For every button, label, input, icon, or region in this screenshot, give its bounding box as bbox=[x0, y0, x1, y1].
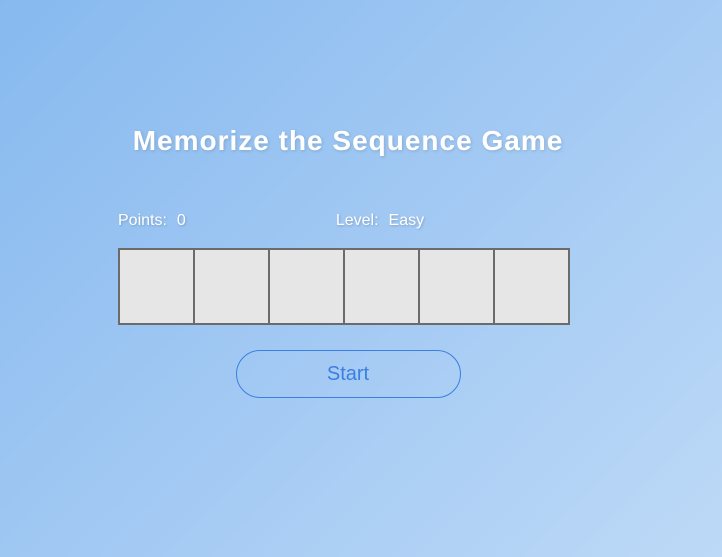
points-label: Points: bbox=[118, 212, 167, 230]
points-group: Points: 0 bbox=[118, 212, 186, 230]
level-label: Level: bbox=[336, 212, 379, 230]
game-title: Memorize the Sequence Game bbox=[118, 125, 578, 157]
sequence-cell[interactable] bbox=[344, 249, 419, 324]
level-group: Level: Easy bbox=[336, 212, 424, 230]
sequence-cell[interactable] bbox=[419, 249, 494, 324]
sequence-board bbox=[118, 248, 570, 325]
start-button[interactable]: Start bbox=[236, 350, 461, 398]
stats-row: Points: 0 Level: Easy bbox=[118, 212, 578, 230]
points-value: 0 bbox=[177, 212, 186, 230]
sequence-cell[interactable] bbox=[269, 249, 344, 324]
sequence-cell[interactable] bbox=[194, 249, 269, 324]
sequence-cell[interactable] bbox=[494, 249, 569, 324]
sequence-cell[interactable] bbox=[119, 249, 194, 324]
level-value: Easy bbox=[389, 212, 425, 230]
